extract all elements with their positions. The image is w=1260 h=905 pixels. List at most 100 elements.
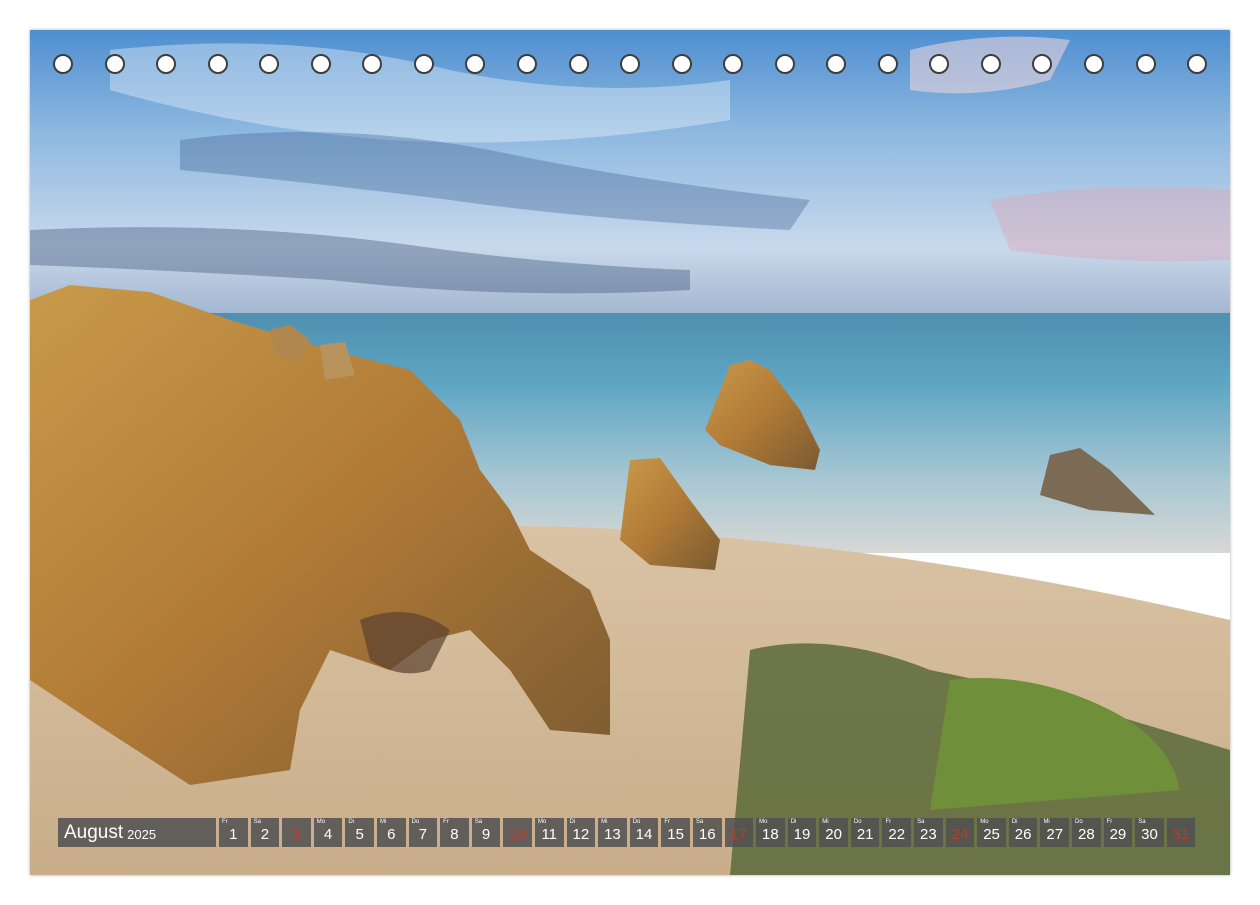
day-number: 12 bbox=[572, 826, 590, 843]
binding-ring bbox=[156, 54, 177, 74]
day-cell: Mi 6 bbox=[376, 818, 406, 847]
day-cell: Sa 30 bbox=[1135, 818, 1164, 847]
weekday-label: Sa bbox=[695, 819, 704, 825]
binding-ring bbox=[1032, 54, 1053, 74]
day-cell: Di 19 bbox=[787, 818, 817, 847]
weekday-label: Mi bbox=[379, 819, 387, 825]
day-number: 17 bbox=[730, 826, 748, 843]
weekday-label: Di bbox=[569, 819, 576, 825]
day-cell: 31 bbox=[1166, 818, 1196, 847]
day-number: 24 bbox=[951, 826, 969, 843]
day-cell: Sa 2 bbox=[250, 818, 280, 847]
weekday-label: Mo bbox=[537, 819, 547, 825]
day-cell: Mo 18 bbox=[756, 818, 785, 847]
day-cell: Sa 16 bbox=[692, 818, 722, 847]
binding-ring bbox=[723, 54, 744, 74]
day-cell: Mo 25 bbox=[977, 818, 1006, 847]
day-cell: Fr 1 bbox=[219, 818, 248, 847]
binding-ring bbox=[259, 54, 280, 74]
day-number: 22 bbox=[888, 826, 906, 843]
binding-ring bbox=[1084, 54, 1104, 74]
day-number: 4 bbox=[323, 826, 333, 843]
day-number: 5 bbox=[355, 826, 364, 843]
weekday-label: Fr bbox=[222, 819, 228, 825]
binding-ring bbox=[826, 54, 847, 74]
binding-ring bbox=[774, 54, 795, 74]
weekday-label: Do bbox=[632, 819, 641, 825]
day-cell: Fr 8 bbox=[440, 818, 469, 847]
day-number: 25 bbox=[983, 826, 1000, 843]
day-cell: Mi 13 bbox=[598, 818, 627, 847]
month-year: 2025 bbox=[127, 827, 157, 842]
weekday-label: Di bbox=[1011, 819, 1018, 825]
day-number: 7 bbox=[418, 826, 428, 843]
day-cell: Di 12 bbox=[566, 818, 596, 847]
weekday-label: Mo bbox=[316, 819, 326, 825]
day-cell: Fr 15 bbox=[661, 818, 690, 847]
weekday-label: Sa bbox=[253, 819, 261, 825]
day-number: 26 bbox=[1014, 826, 1032, 843]
day-cell: Fr 29 bbox=[1103, 818, 1133, 847]
binding-ring bbox=[620, 54, 641, 74]
day-number: 3 bbox=[292, 826, 301, 843]
day-cell: Do 28 bbox=[1072, 818, 1101, 847]
day-number: 11 bbox=[541, 826, 558, 843]
binding-ring bbox=[413, 54, 434, 74]
day-number: 9 bbox=[481, 826, 491, 843]
day-number: 23 bbox=[920, 826, 937, 843]
weekday-label: Mi bbox=[601, 819, 608, 825]
day-number: 10 bbox=[509, 826, 526, 843]
coastal-cliffs-scene bbox=[30, 30, 1230, 875]
day-number: 18 bbox=[762, 826, 779, 843]
landscape-photo bbox=[30, 30, 1230, 875]
weekday-label: Di bbox=[348, 819, 355, 825]
binding-ring bbox=[980, 54, 1001, 74]
day-number: 14 bbox=[635, 826, 653, 843]
day-cell: 10 bbox=[503, 818, 532, 847]
weekday-label: Fr bbox=[885, 819, 892, 825]
weekday-label: Fr bbox=[443, 819, 449, 825]
weekday-label: Sa bbox=[474, 819, 483, 825]
binding-ring bbox=[671, 54, 692, 74]
day-number: 31 bbox=[1172, 826, 1190, 843]
weekday-label: Sa bbox=[917, 819, 925, 825]
day-number: 1 bbox=[229, 826, 238, 843]
day-number: 20 bbox=[825, 826, 842, 843]
binding-ring bbox=[362, 54, 383, 74]
binding-ring bbox=[1135, 54, 1156, 74]
binding-ring bbox=[310, 54, 331, 74]
binding-ring bbox=[104, 54, 125, 74]
day-number: 8 bbox=[450, 826, 459, 843]
day-number: 27 bbox=[1046, 826, 1064, 843]
binding-rings bbox=[30, 54, 1230, 80]
binding-ring bbox=[516, 54, 537, 74]
day-cell: Sa 9 bbox=[471, 818, 501, 847]
day-number: 13 bbox=[604, 826, 621, 843]
day-number: 6 bbox=[387, 826, 396, 843]
day-cell: Mo 4 bbox=[313, 818, 343, 847]
day-number: 21 bbox=[856, 826, 874, 843]
day-number: 15 bbox=[667, 826, 684, 843]
binding-ring bbox=[877, 54, 898, 74]
calendar-strip: August 2025 Fr 1 Sa 2 3 Mo 4 Di 5 Mi 6 Do 7 Fr 8 Sa 9 10 M… bbox=[58, 818, 1196, 847]
day-cell: Fr 22 bbox=[882, 818, 912, 847]
day-cell: Sa 23 bbox=[914, 818, 943, 847]
day-cell: Di 5 bbox=[345, 818, 374, 847]
binding-ring bbox=[1187, 54, 1208, 74]
day-number: 28 bbox=[1077, 826, 1095, 843]
day-cell: 3 bbox=[282, 818, 311, 847]
weekday-label: Do bbox=[1075, 819, 1083, 825]
day-cell: Di 26 bbox=[1008, 818, 1038, 847]
day-cell: Do 7 bbox=[408, 818, 438, 847]
binding-ring bbox=[929, 54, 950, 74]
weekday-label: Di bbox=[790, 819, 797, 825]
day-number: 2 bbox=[260, 826, 270, 843]
binding-ring bbox=[53, 54, 73, 74]
weekday-label: Mi bbox=[822, 819, 829, 825]
day-cell: Mi 20 bbox=[819, 818, 848, 847]
weekday-label: Fr bbox=[664, 819, 670, 825]
day-number: 19 bbox=[793, 826, 811, 843]
day-cell: Do 14 bbox=[629, 818, 659, 847]
day-number: 16 bbox=[698, 826, 716, 843]
day-cell: Do 21 bbox=[850, 818, 880, 847]
